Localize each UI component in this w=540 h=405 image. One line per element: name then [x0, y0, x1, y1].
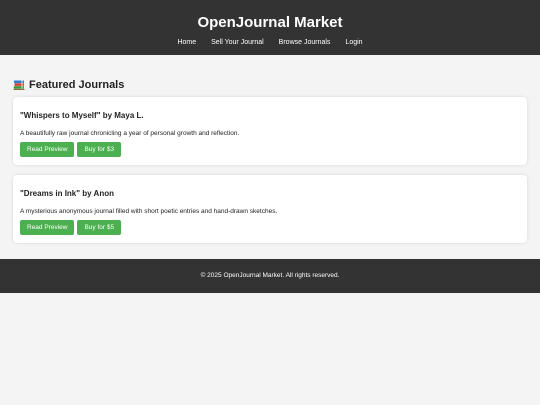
journal-description: A beautifully raw journal chronicling a … [20, 130, 240, 137]
journal-actions: Read Preview Buy for $5 [20, 220, 520, 235]
site-header: OpenJournal Market Home Sell Your Journa… [0, 0, 540, 55]
journal-card: "Whispers to Myself" by Maya L. A beauti… [13, 97, 527, 165]
featured-heading-text: Featured Journals [29, 78, 125, 91]
read-preview-button[interactable]: Read Preview [20, 220, 75, 235]
buy-button[interactable]: Buy for $3 [77, 142, 122, 157]
nav-browse-journals-link[interactable]: Browse Journals [279, 38, 331, 48]
main-content: Featured Journals "Whispers to Myself" b… [0, 55, 540, 243]
nav-login-link[interactable]: Login [345, 38, 362, 48]
buy-button[interactable]: Buy for $5 [77, 220, 122, 235]
main-nav: Home Sell Your Journal Browse Journals L… [0, 38, 540, 48]
journal-title: "Dreams in Ink" by Anon [20, 189, 114, 198]
featured-heading: Featured Journals [13, 55, 527, 94]
nav-home-link[interactable]: Home [177, 38, 196, 48]
journal-actions: Read Preview Buy for $3 [20, 142, 520, 157]
site-title: OpenJournal Market [197, 14, 343, 31]
read-preview-button[interactable]: Read Preview [20, 142, 75, 157]
site-footer: © 2025 OpenJournal Market. All rights re… [0, 259, 540, 293]
journal-card: "Dreams in Ink" by Anon A mysterious ano… [13, 175, 527, 243]
journal-title: "Whispers to Myself" by Maya L. [20, 111, 144, 120]
footer-copyright: © 2025 OpenJournal Market. All rights re… [200, 272, 340, 279]
nav-sell-journal-link[interactable]: Sell Your Journal [211, 38, 264, 48]
journal-description: A mysterious anonymous journal filled wi… [20, 208, 278, 215]
books-icon [13, 79, 25, 91]
